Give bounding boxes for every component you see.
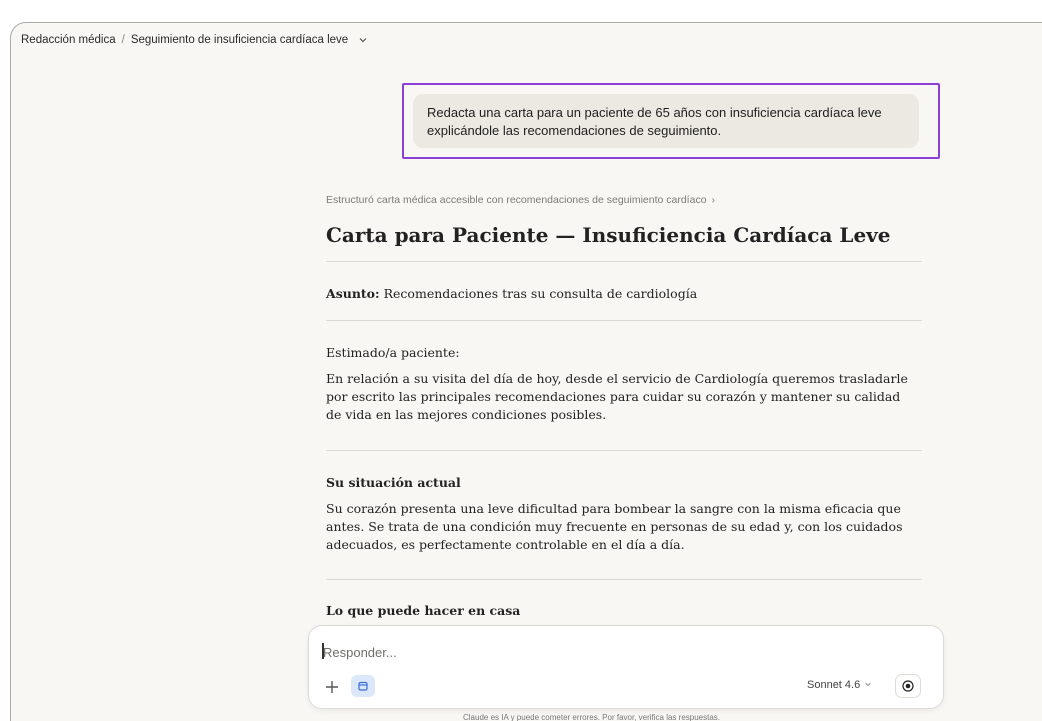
- subject-line: Asunto: Recomendaciones tras su consulta…: [326, 286, 697, 301]
- chevron-down-icon[interactable]: [358, 35, 368, 45]
- divider: [326, 320, 922, 321]
- section-heading: Su situación actual: [326, 475, 461, 490]
- section-heading: Lo que puede hacer en casa: [326, 603, 521, 618]
- document-title: Carta para Paciente — Insuficiencia Card…: [326, 223, 891, 247]
- chevron-down-icon: [864, 680, 872, 690]
- user-message: Redacta una carta para un paciente de 65…: [413, 94, 919, 148]
- chevron-right-icon: ›: [711, 194, 716, 206]
- plus-icon[interactable]: [321, 676, 343, 698]
- voice-mode-button[interactable]: [895, 674, 921, 698]
- subject-text: Recomendaciones tras su consulta de card…: [383, 286, 698, 301]
- model-name: Sonnet 4.6: [807, 679, 861, 691]
- divider: [326, 450, 922, 451]
- reply-input[interactable]: [323, 642, 923, 662]
- composer: Sonnet 4.6: [308, 625, 944, 709]
- thinking-summary[interactable]: Estructuró carta médica accesible con re…: [326, 194, 715, 206]
- divider: [326, 579, 922, 580]
- breadcrumb-separator: /: [121, 34, 125, 46]
- app-window: Redacción médica / Seguimiento de insufi…: [10, 22, 1042, 721]
- highlight-frame: Redacta una carta para un paciente de 65…: [402, 83, 940, 159]
- disclaimer: Claude es IA y puede cometer errores. Po…: [463, 713, 721, 721]
- archive-icon: [358, 681, 368, 691]
- thinking-summary-text: Estructuró carta médica accesible con re…: [326, 194, 707, 206]
- greeting: Estimado/a paciente:: [326, 345, 460, 360]
- record-icon: [902, 680, 914, 692]
- subject-label: Asunto:: [326, 286, 380, 301]
- breadcrumb-conversation-title[interactable]: Seguimiento de insuficiencia cardíaca le…: [131, 34, 348, 46]
- text-caret: [322, 643, 324, 659]
- model-selector[interactable]: Sonnet 4.6: [807, 679, 872, 691]
- breadcrumb-project[interactable]: Redacción médica: [21, 34, 116, 46]
- divider: [326, 261, 922, 262]
- tool-button[interactable]: [351, 675, 375, 697]
- section-paragraph: Su corazón presenta una leve dificultad …: [326, 501, 903, 552]
- breadcrumb: Redacción médica / Seguimiento de insufi…: [11, 23, 1042, 57]
- intro-paragraph: En relación a su visita del día de hoy, …: [326, 371, 908, 422]
